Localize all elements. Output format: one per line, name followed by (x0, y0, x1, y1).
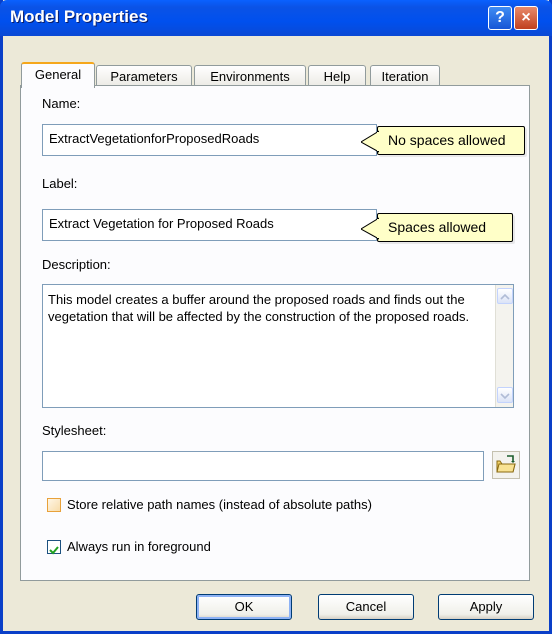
foreground-checkbox[interactable] (47, 540, 61, 555)
window-title: Model Properties (10, 7, 148, 26)
relative-paths-checkbox[interactable] (47, 498, 61, 512)
title-bar[interactable]: Model Properties ? × (0, 0, 552, 36)
tab-help[interactable]: Help (308, 65, 366, 86)
tab-environments[interactable]: Environments (194, 65, 306, 86)
ok-button[interactable]: OK (196, 594, 292, 620)
apply-button[interactable]: Apply (438, 594, 534, 620)
close-button[interactable]: × (514, 6, 538, 30)
stylesheet-field[interactable] (42, 451, 484, 481)
close-icon: × (521, 9, 531, 26)
help-button[interactable]: ? (488, 6, 512, 30)
label-field[interactable]: Extract Vegetation for Proposed Roads (42, 209, 377, 241)
name-field[interactable]: ExtractVegetationforProposedRoads (42, 124, 377, 156)
checkmark-icon (49, 546, 59, 555)
tab-iteration[interactable]: Iteration (370, 65, 440, 86)
cancel-button[interactable]: Cancel (318, 594, 414, 620)
tab-parameters[interactable]: Parameters (96, 65, 192, 86)
help-icon: ? (495, 9, 505, 26)
description-field[interactable] (42, 284, 514, 408)
tab-general[interactable]: General (21, 62, 95, 88)
